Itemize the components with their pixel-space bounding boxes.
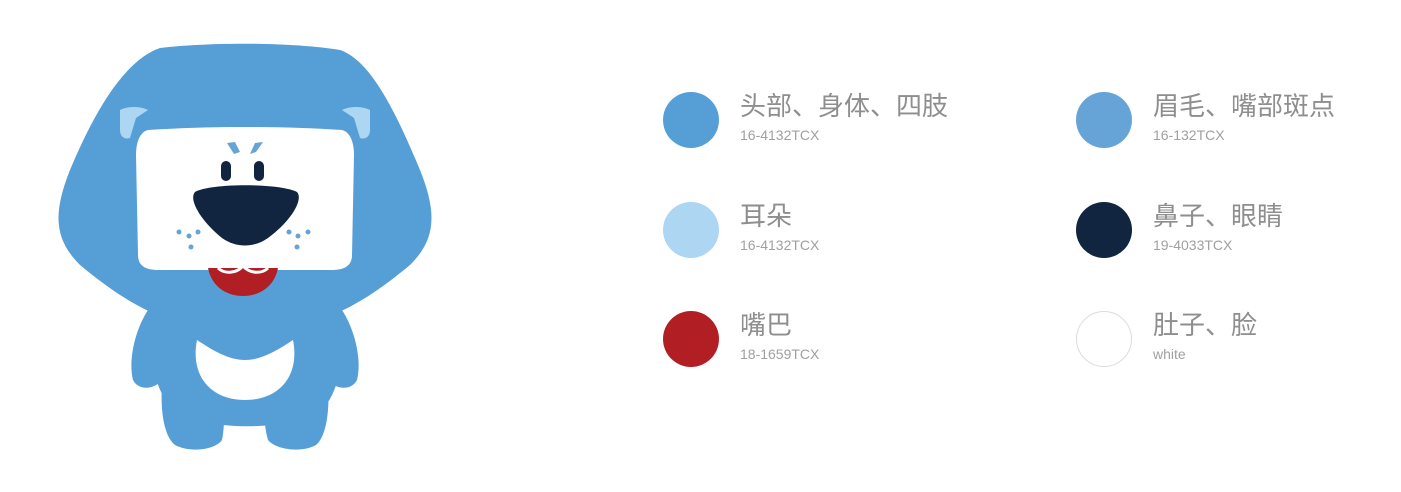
- swatch-item-left-0: 头部、身体、四肢 16-4132TCX: [663, 92, 983, 152]
- swatch-name: 嘴巴: [740, 311, 793, 341]
- swatch-name: 头部、身体、四肢: [740, 92, 949, 122]
- color-swatch: [1076, 311, 1132, 367]
- swatch-code: 16-4132TCX: [740, 127, 820, 143]
- color-swatch: [1076, 92, 1132, 148]
- swatch-code: 16-4132TCX: [740, 237, 820, 253]
- swatch-code: white: [1153, 346, 1186, 362]
- swatch-code: 16-132TCX: [1153, 127, 1225, 143]
- swatch-item-right-0: 眉毛、嘴部斑点 16-132TCX: [1076, 92, 1396, 152]
- swatch-item-left-1: 耳朵 16-4132TCX: [663, 202, 983, 262]
- color-swatch: [663, 202, 719, 258]
- swatch-code: 18-1659TCX: [740, 346, 820, 362]
- color-swatch: [663, 92, 719, 148]
- swatch-name: 耳朵: [740, 202, 793, 232]
- swatch-item-left-2: 嘴巴 18-1659TCX: [663, 311, 983, 371]
- swatch-name: 鼻子、眼睛: [1153, 202, 1284, 232]
- swatch-name: 肚子、脸: [1153, 311, 1258, 341]
- swatch-code: 19-4033TCX: [1153, 237, 1233, 253]
- color-swatch: [663, 311, 719, 367]
- swatch-item-right-2: 肚子、脸 white: [1076, 311, 1396, 371]
- swatch-name: 眉毛、嘴部斑点: [1153, 92, 1336, 122]
- color-palette: 头部、身体、四肢 16-4132TCX 耳朵 16-4132TCX 嘴巴 18-…: [0, 0, 1401, 492]
- color-swatch: [1076, 202, 1132, 258]
- swatch-item-right-1: 鼻子、眼睛 19-4033TCX: [1076, 202, 1396, 262]
